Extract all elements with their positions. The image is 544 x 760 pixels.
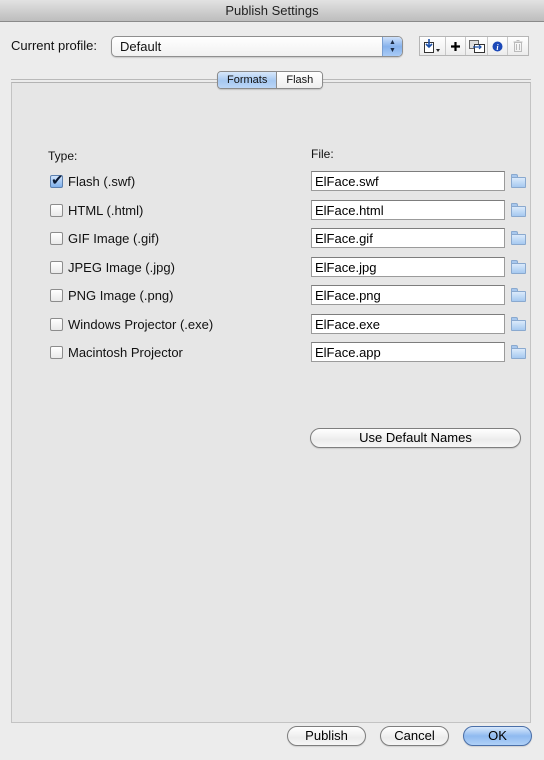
window-title: Publish Settings: [225, 3, 319, 18]
format-type-label: JPEG Image (.jpg): [68, 259, 175, 275]
import-export-icon: [423, 39, 440, 53]
select-arrows-icon: ▲ ▼: [382, 37, 402, 56]
current-profile-select[interactable]: Default ▲ ▼: [111, 36, 403, 57]
format-file-input[interactable]: [311, 314, 505, 334]
format-checkbox[interactable]: [50, 345, 63, 359]
format-file-input[interactable]: [311, 171, 505, 191]
trash-icon: [513, 40, 523, 52]
publish-button[interactable]: Publish: [287, 726, 366, 746]
format-file-input[interactable]: [311, 228, 505, 248]
format-type-label: Flash (.swf): [68, 173, 136, 189]
folder-browse-icon[interactable]: [511, 345, 526, 359]
checkmark-icon: ✔: [51, 171, 64, 189]
file-column-header: File:: [311, 147, 334, 161]
type-column-header: Type:: [48, 149, 78, 163]
current-profile-label: Current profile:: [11, 38, 97, 53]
folder-browse-icon[interactable]: [511, 317, 526, 331]
profile-toolbar: i: [419, 36, 529, 56]
folder-browse-icon[interactable]: [511, 174, 526, 188]
format-file-input[interactable]: [311, 200, 505, 220]
format-checkbox[interactable]: [50, 288, 63, 302]
format-type-label: Windows Projector (.exe): [68, 316, 214, 332]
format-file-input[interactable]: [311, 285, 505, 305]
format-type-label: GIF Image (.gif): [68, 230, 160, 246]
tab-flash[interactable]: Flash: [277, 72, 323, 88]
format-checkbox-row[interactable]: JPEG Image (.jpg): [50, 257, 280, 277]
window-title-bar: Publish Settings: [0, 0, 544, 22]
duplicate-profile-button[interactable]: [466, 37, 488, 55]
format-checkbox-row[interactable]: PNG Image (.png): [50, 285, 280, 305]
folder-browse-icon[interactable]: [511, 203, 526, 217]
format-checkbox-row[interactable]: HTML (.html): [50, 200, 280, 220]
format-type-label: HTML (.html): [68, 202, 144, 218]
delete-profile-button[interactable]: [508, 37, 528, 55]
format-checkbox-row[interactable]: Macintosh Projector: [50, 342, 280, 362]
format-checkbox-row[interactable]: ✔ Flash (.swf): [50, 171, 280, 191]
format-checkbox[interactable]: [50, 231, 63, 245]
use-default-names-button[interactable]: Use Default Names: [310, 428, 521, 448]
format-checkbox[interactable]: ✔: [50, 172, 64, 189]
folder-browse-icon[interactable]: [511, 231, 526, 245]
format-checkbox-row[interactable]: Windows Projector (.exe): [50, 314, 280, 334]
plus-icon: [451, 41, 460, 51]
format-file-input[interactable]: [311, 257, 505, 277]
format-checkbox[interactable]: [50, 203, 63, 217]
tab-formats[interactable]: Formats: [218, 72, 278, 88]
folder-browse-icon[interactable]: [511, 260, 526, 274]
add-profile-button[interactable]: [446, 37, 466, 55]
info-icon: i: [492, 41, 503, 52]
import-export-profile-button[interactable]: [420, 37, 446, 55]
duplicate-icon: [468, 39, 485, 53]
format-checkbox[interactable]: [50, 317, 63, 331]
folder-browse-icon[interactable]: [511, 288, 526, 302]
ok-button[interactable]: OK: [463, 726, 532, 746]
format-checkbox-row[interactable]: GIF Image (.gif): [50, 228, 280, 248]
format-file-input[interactable]: [311, 342, 505, 362]
tab-bar: Formats Flash: [217, 71, 324, 89]
format-type-label: PNG Image (.png): [68, 287, 174, 303]
profile-info-button[interactable]: i: [488, 37, 508, 55]
format-checkbox[interactable]: [50, 260, 63, 274]
current-profile-value: Default: [120, 39, 162, 54]
cancel-button[interactable]: Cancel: [380, 726, 449, 746]
format-type-label: Macintosh Projector: [68, 344, 183, 360]
